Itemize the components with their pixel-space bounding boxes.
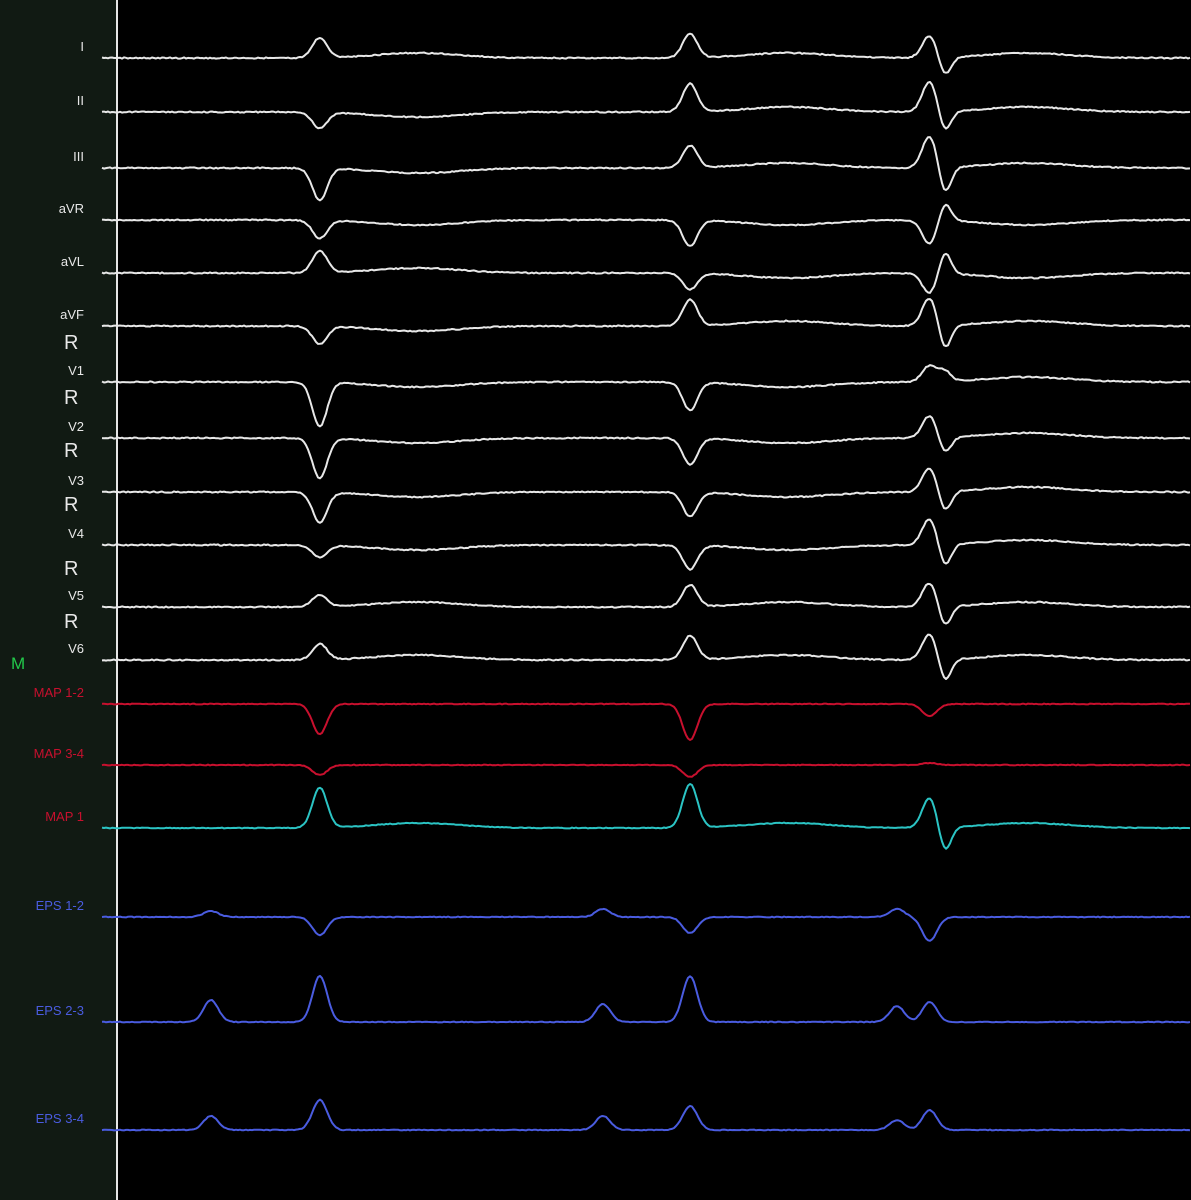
- label-v6: V6: [68, 641, 84, 656]
- label-ii: II: [76, 93, 84, 108]
- trace-v6: [101, 633, 1191, 680]
- trace-v3: [102, 467, 1191, 524]
- trace-avf: [101, 298, 1191, 347]
- label-v3: V3: [68, 473, 84, 488]
- r-label: R: [64, 332, 79, 354]
- label-v5: V5: [68, 588, 84, 603]
- label-iii: III: [73, 149, 84, 164]
- trace-plot: [101, 32, 1191, 1132]
- trace-eps-3-4: [101, 1098, 1191, 1132]
- trace-v5: [101, 582, 1191, 625]
- trace-i: [101, 32, 1191, 74]
- trace-iii: [101, 136, 1191, 202]
- r-label: R: [64, 387, 79, 409]
- trace-avl: [101, 249, 1191, 294]
- label-v1: V1: [68, 363, 84, 378]
- trace-eps-2-3: [102, 974, 1191, 1024]
- trace-map-1-2: [101, 702, 1191, 741]
- label-v2: V2: [68, 419, 84, 434]
- trace-v1: [101, 364, 1191, 428]
- trace-map-1: [101, 783, 1191, 850]
- r-label: R: [64, 494, 79, 516]
- label-map-1-2: MAP 1-2: [33, 685, 84, 700]
- label-eps-2-3: EPS 2-3: [35, 1003, 84, 1018]
- trace-v4: [101, 518, 1191, 571]
- label-avr: aVR: [58, 201, 84, 216]
- trace-avr: [101, 203, 1191, 247]
- trace-v2: [101, 415, 1191, 480]
- label-eps-3-4: EPS 3-4: [35, 1111, 84, 1126]
- r-label: R: [64, 440, 79, 462]
- label-v4: V4: [68, 526, 84, 541]
- label-map-1: MAP 1: [45, 809, 84, 824]
- label-map-3-4: MAP 3-4: [33, 746, 84, 761]
- r-label: R: [64, 558, 79, 580]
- marker-label: M: [11, 654, 26, 673]
- label-avl: aVL: [60, 254, 84, 269]
- r-label: R: [64, 611, 79, 633]
- label-i: I: [80, 39, 84, 54]
- trace-ii: [101, 81, 1191, 130]
- label-eps-1-2: EPS 1-2: [35, 898, 84, 913]
- trace-map-3-4: [101, 761, 1191, 778]
- label-avf: aVF: [60, 307, 84, 322]
- trace-eps-1-2: [101, 907, 1191, 942]
